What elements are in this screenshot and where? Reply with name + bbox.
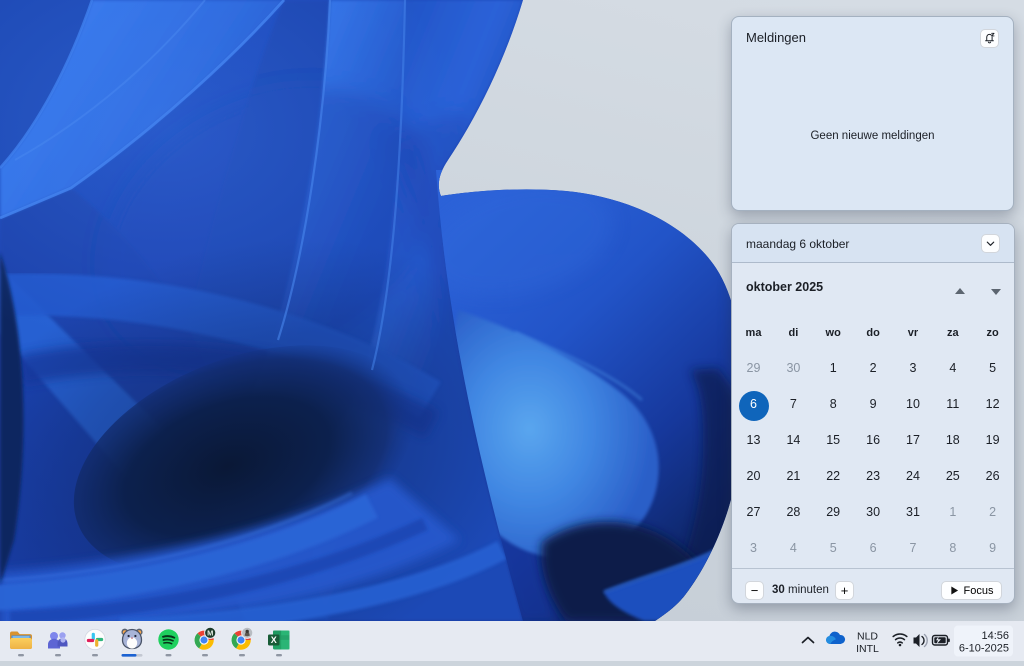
svg-text:14:56: 14:56 <box>981 630 1009 642</box>
svg-text:X: X <box>271 635 277 645</box>
svg-text:M: M <box>207 629 213 638</box>
svg-text:INTL: INTL <box>856 643 879 655</box>
svg-text:6-10-2025: 6-10-2025 <box>959 643 1009 655</box>
svg-text:NLD: NLD <box>857 631 878 643</box>
